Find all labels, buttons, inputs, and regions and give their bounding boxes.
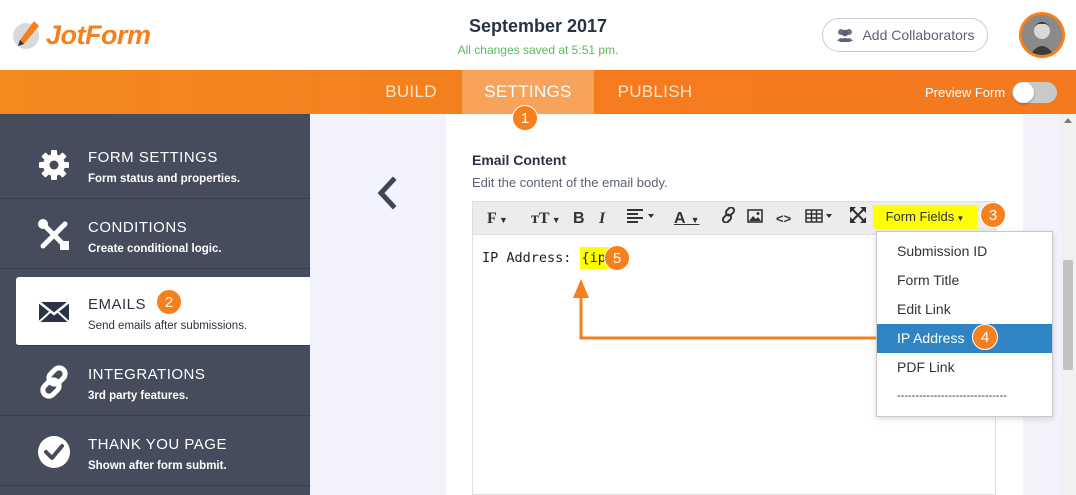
image-icon xyxy=(747,209,763,223)
sidebar-item-form-settings[interactable]: FORM SETTINGS Form status and properties… xyxy=(0,130,310,199)
brand-name: JotForm xyxy=(46,19,151,50)
check-circle-icon xyxy=(37,435,71,469)
step-badge-1: 1 xyxy=(512,105,538,131)
step-badge-3: 3 xyxy=(980,202,1006,228)
sidebar-item-thank-you-page[interactable]: THANK YOU PAGE Shown after form submit. xyxy=(0,417,310,486)
link-button[interactable] xyxy=(721,202,737,235)
form-title-block: September 2017 All changes saved at 5:51… xyxy=(388,16,688,57)
table-button[interactable] xyxy=(805,202,835,235)
dropdown-item-edit-link[interactable]: Edit Link xyxy=(877,295,1052,324)
sidebar-item-desc: Create conditional logic. xyxy=(88,243,222,255)
font-family-button[interactable]: F ▼ xyxy=(487,202,508,235)
user-avatar[interactable] xyxy=(1019,12,1065,58)
font-size-button[interactable]: тT ▼ xyxy=(531,202,561,235)
sidebar-item-title: FORM SETTINGS xyxy=(88,149,218,166)
pencil-logo-icon xyxy=(12,18,42,52)
envelope-icon xyxy=(37,295,71,329)
sidebar-item-desc: 3rd party features. xyxy=(88,390,189,402)
scroll-up-arrow-icon[interactable] xyxy=(1064,118,1072,123)
step-badge-2: 2 xyxy=(156,289,182,315)
form-title[interactable]: September 2017 xyxy=(388,16,688,37)
sidebar-item-title: THANK YOU PAGE xyxy=(88,436,227,453)
editor-toolbar: F ▼ тT ▼ B I A ▼ <> Form Fields ▼ xyxy=(472,201,996,234)
italic-button[interactable]: I xyxy=(599,202,605,235)
sidebar-item-title: INTEGRATIONS xyxy=(88,366,206,383)
tab-build[interactable]: BUILD xyxy=(362,70,460,114)
step-badge-4: 4 xyxy=(972,324,998,350)
settings-sidebar: FORM SETTINGS Form status and properties… xyxy=(0,114,310,495)
image-button[interactable] xyxy=(747,202,763,235)
add-collaborators-label: Add Collaborators xyxy=(862,27,975,43)
gear-icon xyxy=(37,148,71,182)
form-fields-button[interactable]: Form Fields ▼ xyxy=(873,205,977,229)
sidebar-item-title: EMAILS xyxy=(88,296,147,313)
toggle-knob xyxy=(1013,82,1034,103)
preview-form-label: Preview Form xyxy=(925,85,1006,100)
step-badge-5: 5 xyxy=(604,245,630,271)
form-fields-dropdown: Submission ID Form Title Edit Link IP Ad… xyxy=(876,231,1053,417)
sidebar-item-desc: Shown after form submit. xyxy=(88,460,227,472)
back-chevron-icon[interactable] xyxy=(373,176,403,210)
dropdown-item-pdf-link[interactable]: PDF Link xyxy=(877,353,1052,382)
sidebar-item-integrations[interactable]: INTEGRATIONS 3rd party features. xyxy=(0,347,310,416)
dropdown-item-submission-id[interactable]: Submission ID xyxy=(877,237,1052,266)
save-status: All changes saved at 5:51 pm. xyxy=(457,43,619,57)
sidebar-item-desc: Send emails after submissions. xyxy=(88,320,248,332)
text-color-button[interactable]: A ▼ xyxy=(674,202,699,235)
sidebar-item-desc: Form status and properties. xyxy=(88,173,241,185)
email-content-heading: Email Content xyxy=(472,152,567,168)
scrollbar-thumb[interactable] xyxy=(1063,260,1073,370)
source-code-button[interactable]: <> xyxy=(776,202,791,235)
page-scrollbar[interactable] xyxy=(1060,114,1076,495)
email-body-text[interactable]: IP Address: {ip} xyxy=(482,247,617,269)
dropdown-separator: ------------------------------ xyxy=(897,390,1007,402)
conditions-icon xyxy=(37,218,71,252)
builder-navbar: BUILD SETTINGS PUBLISH Preview Form xyxy=(0,70,1076,114)
dropdown-item-form-title[interactable]: Form Title xyxy=(877,266,1052,295)
link-icon xyxy=(721,206,736,224)
align-left-icon xyxy=(627,209,654,223)
sidebar-item-title: CONDITIONS xyxy=(88,219,188,236)
link-icon xyxy=(37,365,71,399)
tab-publish[interactable]: PUBLISH xyxy=(596,70,714,114)
bold-button[interactable]: B xyxy=(573,202,585,235)
add-collaborators-button[interactable]: Add Collaborators xyxy=(822,18,988,52)
dropdown-item-ip-address[interactable]: IP Address xyxy=(877,324,1052,353)
body-label: IP Address: xyxy=(482,250,580,266)
sidebar-item-conditions[interactable]: CONDITIONS Create conditional logic. xyxy=(0,200,310,269)
preview-form-toggle[interactable] xyxy=(1012,82,1057,103)
jotform-logo[interactable]: JotForm xyxy=(12,18,151,52)
table-icon xyxy=(805,209,832,223)
fullscreen-button[interactable] xyxy=(850,202,866,235)
expand-icon xyxy=(850,207,866,223)
users-icon xyxy=(837,29,854,42)
align-button[interactable] xyxy=(627,202,655,235)
top-header: JotForm September 2017 All changes saved… xyxy=(0,0,1076,70)
email-content-subheading: Edit the content of the email body. xyxy=(472,175,668,190)
